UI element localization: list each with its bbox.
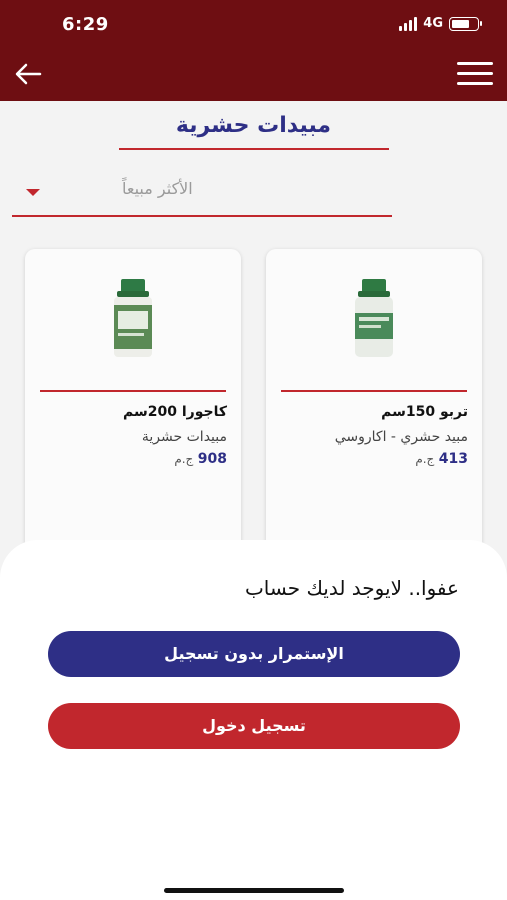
caret-down-icon [26,189,40,196]
price-value: 413 [438,451,468,467]
card-divider [281,390,467,392]
home-indicator [164,888,344,893]
product-category: مبيدات حشرية [141,429,227,445]
title-underline [119,148,389,150]
login-prompt-sheet: عفوا.. لايوجد لديك حساب الإستمرار بدون ت… [0,540,507,900]
price-value: 908 [197,451,227,467]
sort-dropdown[interactable]: الأكثر مبيعاً [12,167,392,217]
page-title: مبيدات حشرية [175,113,332,138]
arrow-left-icon [15,63,42,85]
product-bottle-image [355,279,393,357]
status-icons: 4G [399,16,482,31]
menu-button[interactable] [457,62,493,86]
product-name: تربو 150سم [381,404,468,420]
sort-selected-value: الأكثر مبيعاً [122,179,193,198]
product-category: مبيد حشري - اكاروسي [334,429,468,445]
product-card[interactable]: كاجورا 200سم مبيدات حشرية 908 ج.م [25,249,241,569]
battery-icon [449,16,482,31]
network-label: 4G [423,16,443,31]
hamburger-menu-icon [457,62,493,65]
continue-without-login-button[interactable]: الإستمرار بدون تسجيل [48,631,460,677]
price-currency: ج.م [174,452,194,466]
product-price: 413 ج.م [415,451,468,467]
app-header: 6:29 4G [0,0,507,101]
product-card[interactable]: تربو 150سم مبيد حشري - اكاروسي 413 ج.م [266,249,482,569]
no-account-message: عفوا.. لايوجد لديك حساب [244,576,459,600]
back-button[interactable] [12,60,44,88]
login-button[interactable]: تسجيل دخول [48,703,460,749]
price-currency: ج.م [415,452,435,466]
status-time: 6:29 [62,14,109,35]
product-bottle-image [114,279,152,357]
product-price: 908 ج.م [174,451,227,467]
signal-icon [399,16,418,31]
product-name: كاجورا 200سم [123,404,227,420]
card-divider [40,390,226,392]
